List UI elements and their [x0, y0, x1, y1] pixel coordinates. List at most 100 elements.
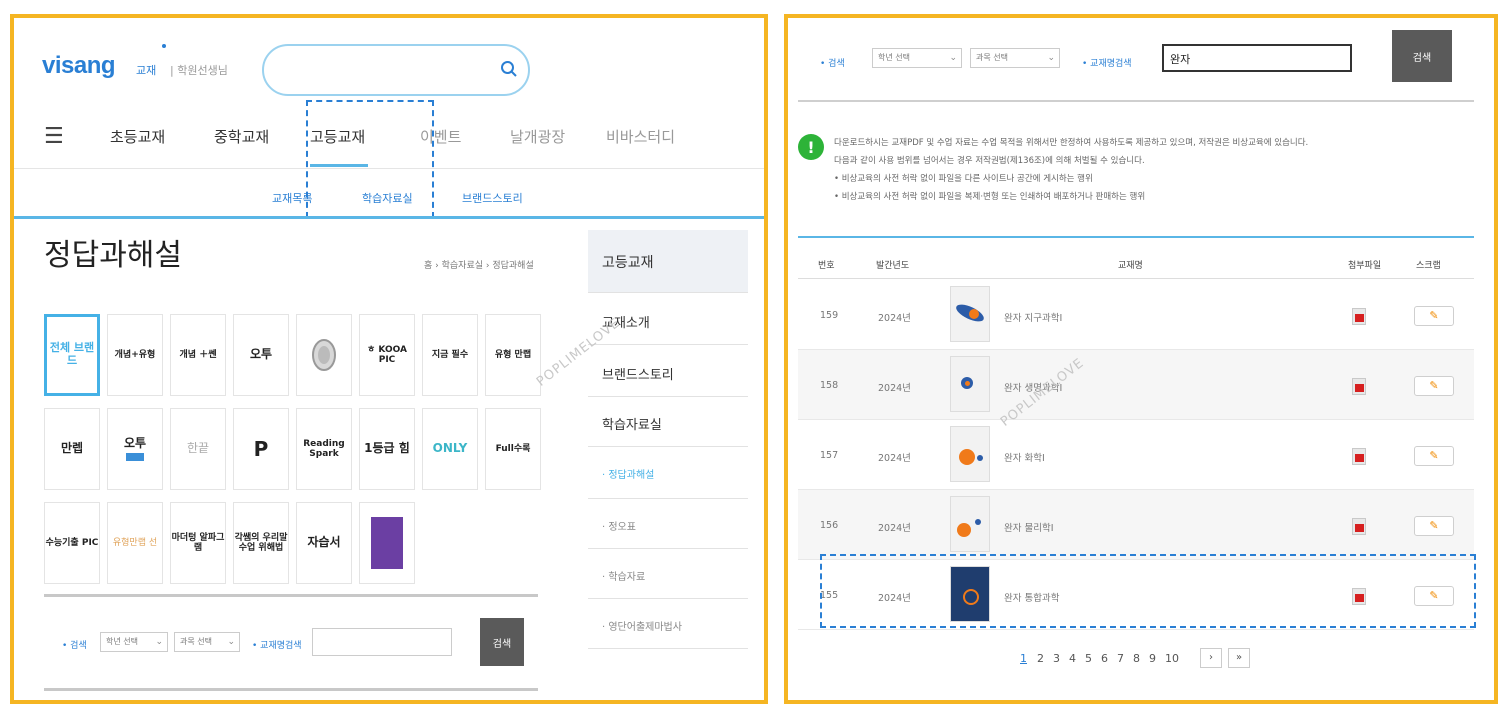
nav-wing-plaza[interactable]: 날개광장: [510, 126, 565, 147]
nav-elementary[interactable]: 초등교재: [110, 126, 165, 147]
page-link[interactable]: 5: [1085, 652, 1092, 665]
brand-tile[interactable]: 오투: [233, 314, 289, 396]
grade-select[interactable]: 학년 선택 ⌄: [872, 48, 962, 68]
brand-tile[interactable]: 1등급 힘: [359, 408, 415, 490]
page-link[interactable]: 6: [1101, 652, 1108, 665]
brand-tile[interactable]: Full수록: [485, 408, 541, 490]
sidebar-subitem-errata[interactable]: · 정오표: [602, 518, 636, 533]
row-number: 156: [820, 520, 839, 531]
sidebar-subitem-vocab[interactable]: · 영단어출제마법사: [602, 618, 682, 633]
row-year: 2024년: [878, 383, 911, 394]
grade-select[interactable]: 학년 선택 ⌄: [100, 632, 168, 652]
header-search-input[interactable]: [262, 44, 530, 96]
row-year: 2024년: [878, 523, 911, 534]
brand-tile[interactable]: 만렙: [44, 408, 100, 490]
divider: [44, 594, 538, 597]
brand-tile[interactable]: 개념+유형: [107, 314, 163, 396]
brand-tile[interactable]: 각쌤의 우리말 수업 위해법: [233, 502, 289, 584]
scrap-button[interactable]: ✎: [1414, 306, 1454, 326]
scrap-button[interactable]: ✎: [1414, 516, 1454, 536]
row-number: 159: [820, 310, 839, 321]
scrap-button[interactable]: ✎: [1414, 376, 1454, 396]
page-link[interactable]: 7: [1117, 652, 1124, 665]
subject-select[interactable]: 과목 선택 ⌄: [174, 632, 240, 652]
scrap-button[interactable]: ✎: [1414, 446, 1454, 466]
nav-viva-study[interactable]: 비바스터디: [606, 126, 675, 147]
pdf-file-icon[interactable]: [1352, 308, 1366, 325]
page-title: 정답과해설: [44, 238, 182, 273]
divider: [588, 396, 748, 397]
cover-graphic: [957, 523, 971, 537]
page-link[interactable]: 8: [1133, 652, 1140, 665]
brand-tile[interactable]: ONLY: [422, 408, 478, 490]
brand-tile[interactable]: 오투: [107, 408, 163, 490]
brand-tile[interactable]: Reading Spark: [296, 408, 352, 490]
chevron-down-icon: ⌄: [155, 637, 163, 647]
medal-icon: [312, 339, 336, 371]
search-label: • 검색: [820, 59, 845, 69]
book-cover-image[interactable]: [950, 426, 990, 482]
grade-select-value: 학년 선택: [106, 637, 138, 646]
brand-tile[interactable]: 수능기출 PIC: [44, 502, 100, 584]
page-link[interactable]: 9: [1149, 652, 1156, 665]
subject-select[interactable]: 과목 선택 ⌄: [970, 48, 1060, 68]
brand-tile[interactable]: 자습서: [296, 502, 352, 584]
sidebar-subitem-answers[interactable]: · 정답과해설: [602, 466, 654, 481]
page-link[interactable]: 4: [1069, 652, 1076, 665]
book-cover-image[interactable]: [950, 286, 990, 342]
brand-tile[interactable]: [296, 314, 352, 396]
brand-tile[interactable]: 한끝: [170, 408, 226, 490]
logo-site-label: 학원선생님: [177, 64, 228, 77]
title-search-input[interactable]: 완자: [1162, 44, 1352, 72]
brand-tile[interactable]: 지금 필수: [422, 314, 478, 396]
divider: [588, 446, 748, 447]
row-year: 2024년: [878, 453, 911, 464]
title-search-label: • 교재명검색: [252, 641, 302, 651]
pdf-file-icon[interactable]: [1352, 448, 1366, 465]
brand-tile[interactable]: 유형 만랩: [485, 314, 541, 396]
search-icon[interactable]: [500, 60, 518, 78]
search-button[interactable]: 검색: [480, 618, 524, 666]
brand-tile[interactable]: 마더텅 알파그램: [170, 502, 226, 584]
divider: [588, 344, 748, 345]
page-link[interactable]: 2: [1037, 652, 1044, 665]
brand-tile[interactable]: 개념 ＋쎈: [170, 314, 226, 396]
book-cover-image[interactable]: [950, 356, 990, 412]
notice-text: 다음과 같이 사용 범위를 넘어서는 경우 저작권법(제136조)에 의해 처벌…: [834, 156, 1145, 166]
cover-graphic: [977, 455, 983, 461]
notice-text: 다운로드하시는 교재PDF 및 수업 자료는 수업 목적을 위해서만 한정하여 …: [834, 138, 1309, 148]
subnav-brand-story[interactable]: 브랜드스토리: [462, 190, 523, 206]
book-title-link[interactable]: 완자 물리학Ⅰ: [1004, 520, 1054, 534]
row-number: 158: [820, 380, 839, 391]
column-header-attachment: 첨부파일: [1348, 261, 1382, 271]
cover-graphic: [959, 449, 975, 465]
left-screenshot-panel: visang 교재 | 학원선생님 ☰ 초등교재 중학교재 고등교재 이벤트 날…: [10, 14, 768, 704]
visang-logo[interactable]: visang: [42, 52, 116, 80]
brand-tile[interactable]: P: [233, 408, 289, 490]
sidebar-subitem-materials[interactable]: · 학습자료: [602, 568, 645, 583]
pdf-file-icon[interactable]: [1352, 518, 1366, 535]
book-title-link[interactable]: 완자 화학Ⅰ: [1004, 450, 1045, 464]
search-button[interactable]: 검색: [1392, 30, 1452, 82]
hamburger-icon[interactable]: ☰: [44, 124, 64, 149]
nav-middle[interactable]: 중학교재: [214, 126, 269, 147]
page-link[interactable]: 3: [1053, 652, 1060, 665]
chevron-down-icon: ⌄: [949, 53, 957, 63]
book-cover-image[interactable]: [950, 496, 990, 552]
page-link-current[interactable]: 1: [1020, 652, 1027, 665]
last-page-button[interactable]: »: [1228, 648, 1250, 668]
page-link[interactable]: 10: [1165, 652, 1179, 665]
title-search-input[interactable]: [312, 628, 452, 656]
logo-site: | 학원선생님: [170, 62, 228, 78]
next-page-button[interactable]: ›: [1200, 648, 1222, 668]
pdf-file-icon[interactable]: [1352, 378, 1366, 395]
column-header-title: 교재명: [1118, 261, 1143, 271]
brand-badge: [126, 453, 144, 462]
brand-tile-all[interactable]: 전체 브랜드: [44, 314, 100, 396]
brand-tile[interactable]: [359, 502, 415, 584]
brand-tile[interactable]: 유형만랩 선: [107, 502, 163, 584]
book-title-link[interactable]: 완자 지구과학Ⅰ: [1004, 310, 1062, 324]
sidebar-item-brand-story[interactable]: 브랜드스토리: [602, 364, 674, 383]
sidebar-item-resources[interactable]: 학습자료실: [602, 414, 662, 433]
brand-tile[interactable]: ㅎ KOOA PIC: [359, 314, 415, 396]
